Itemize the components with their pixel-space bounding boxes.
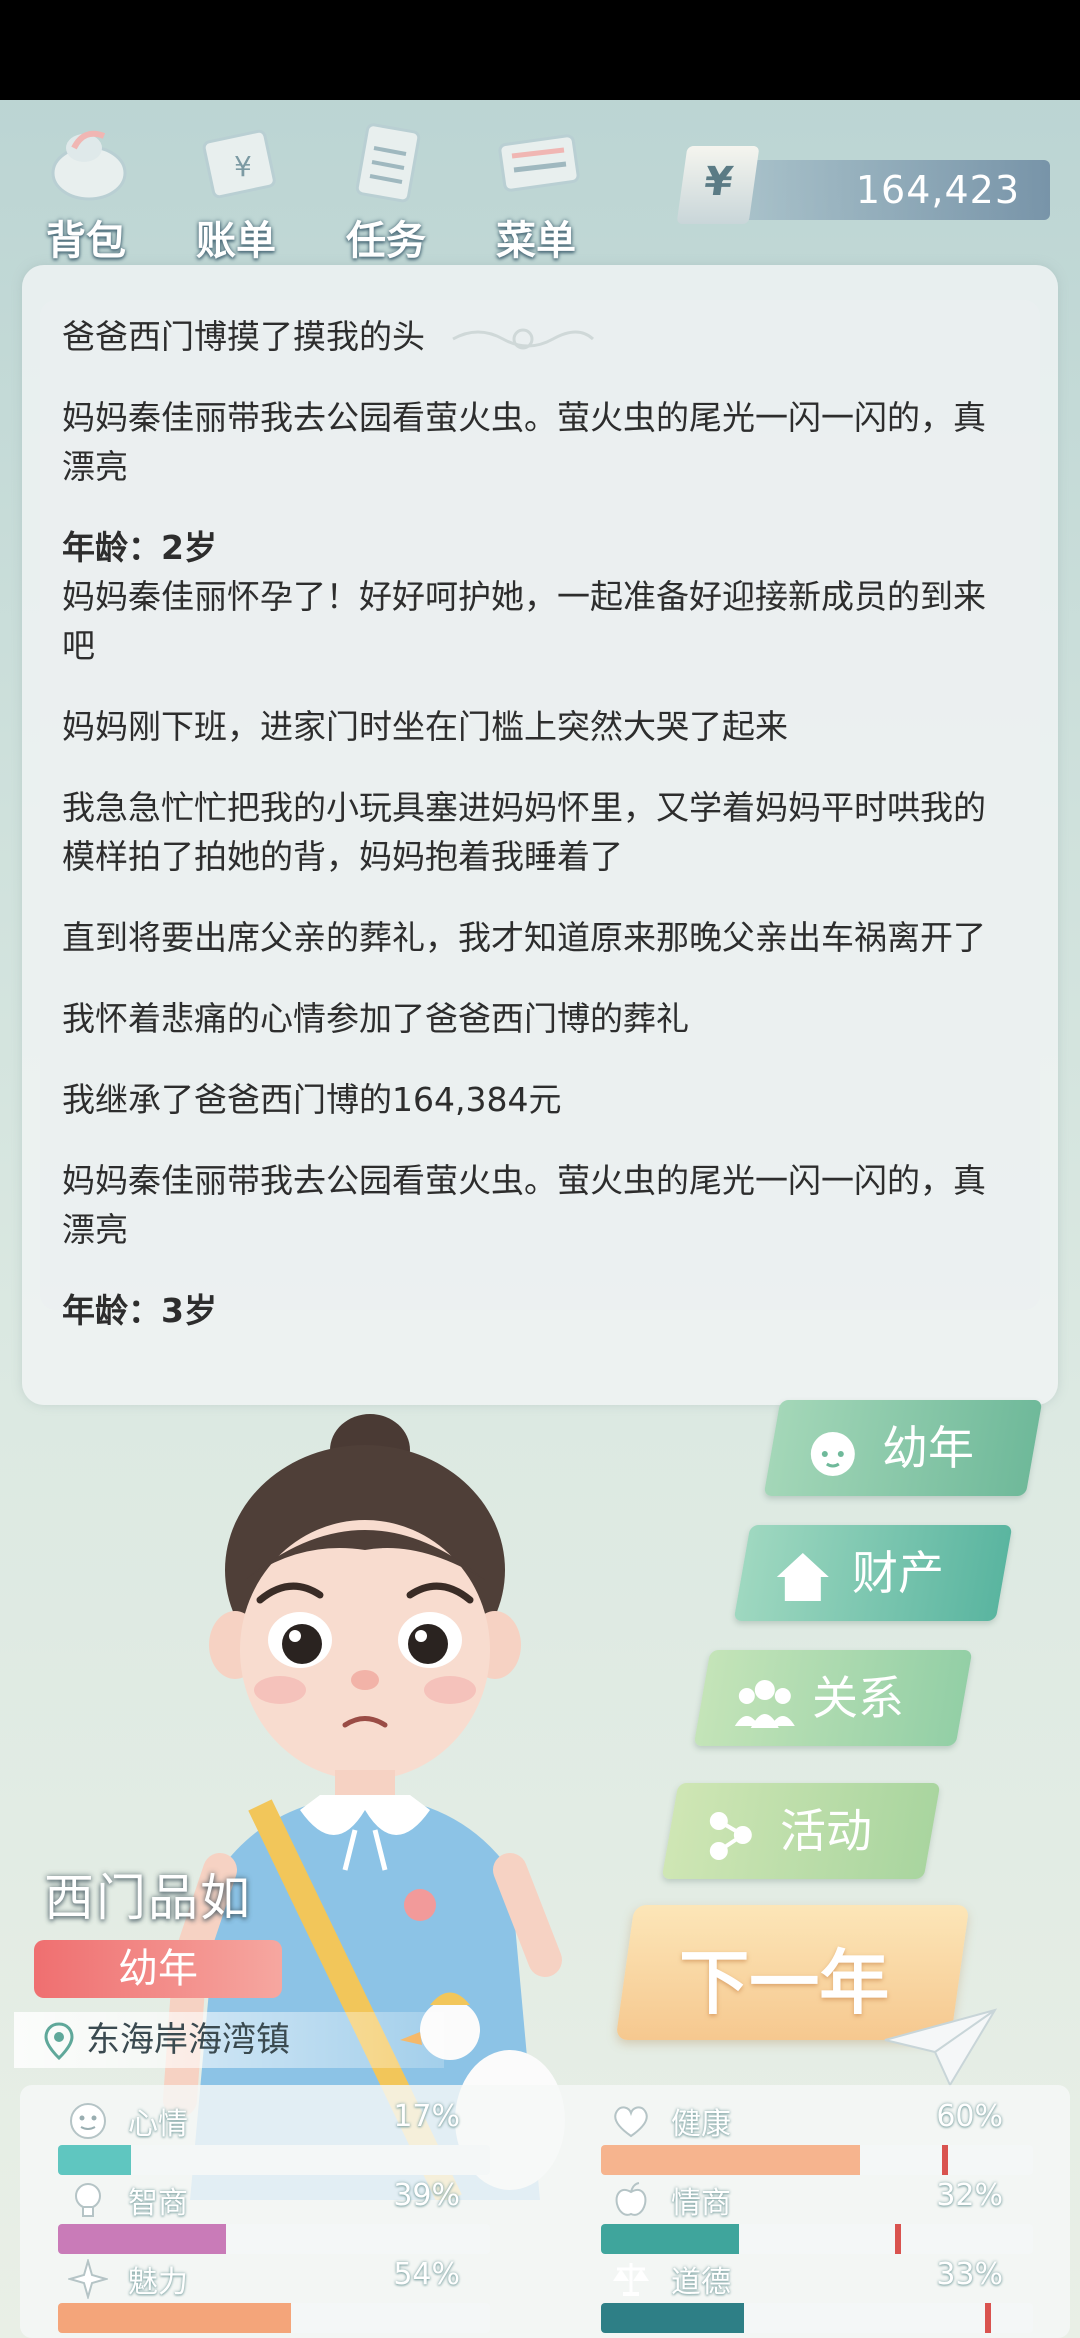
heart-icon <box>614 2106 648 2138</box>
assets-button[interactable]: 财产 <box>733 1525 1013 1621</box>
task-label: 任务 <box>346 218 426 264</box>
stat-bar <box>601 2145 1033 2175</box>
money-display: ¥ 164,423 <box>676 146 1050 224</box>
top-bar: 背包 ¥ 账单 任务 菜单 ¥ 164,423 <box>0 100 1080 264</box>
svg-text:¥: ¥ <box>234 150 252 183</box>
log-entry: 妈妈刚下班，进家门时坐在门槛上突然大哭了起来 <box>62 707 788 746</box>
bag-label: 背包 <box>46 218 126 264</box>
stat-value: 17% <box>393 2099 460 2134</box>
paper-plane-icon <box>884 2008 998 2088</box>
life-stage-badge: 幼年 <box>34 1940 282 1998</box>
menu-label: 菜单 <box>496 218 576 264</box>
character-avatar[interactable] <box>150 1400 630 2200</box>
apple-icon <box>615 2182 647 2216</box>
stat-bar <box>601 2303 1033 2333</box>
lightbulb-icon <box>75 2183 101 2217</box>
location-text: 东海岸海湾镇 <box>86 2020 290 2060</box>
task-button[interactable]: 任务 <box>326 110 446 264</box>
stat-bar-fill <box>601 2145 861 2175</box>
stat-bar-fill <box>58 2145 132 2175</box>
yen-icon: ¥ <box>676 146 760 224</box>
log-age-heading: 年龄：2岁 <box>62 528 217 567</box>
sparkle-icon <box>68 2259 108 2299</box>
location-pin-icon <box>44 2022 74 2060</box>
bill-button[interactable]: ¥ 账单 <box>176 110 296 264</box>
stat-bar-marker <box>985 2303 992 2333</box>
money-amount: 164,423 <box>855 168 1020 212</box>
log-entry: 我继承了爸爸西门博的164,384元 <box>62 1080 562 1119</box>
stat-value: 60% <box>936 2099 1003 2134</box>
activities-label: 活动 <box>780 1804 872 1858</box>
stat-label: 道德 <box>671 2265 731 2300</box>
scale-icon <box>613 2263 649 2296</box>
stat-label: 智商 <box>128 2186 188 2221</box>
stat-health: 健康 60% <box>563 2093 1033 2175</box>
menu-button[interactable]: 菜单 <box>476 110 596 264</box>
stat-value: 54% <box>393 2257 460 2292</box>
log-entry: 直到将要出席父亲的葬礼，我才知道原来那晚父亲出车祸离开了 <box>62 918 986 957</box>
log-entry: 我急急忙忙把我的小玩具塞进妈妈怀里，又学着妈妈平时哄我的模样拍了拍她的背，妈妈抱… <box>62 788 986 876</box>
task-icon <box>355 123 421 203</box>
stat-value: 32% <box>936 2178 1003 2213</box>
log-entry: 妈妈秦佳丽带我去公园看萤火虫。萤火虫的尾光一闪一闪的，真漂亮 <box>62 1161 986 1249</box>
stats-panel: 心情 17% 健康 60% 智商 39% 情商 32% 魅力 54% 道德 33… <box>20 2085 1070 2338</box>
youth-button[interactable]: 幼年 <box>763 1400 1043 1496</box>
stat-bar <box>58 2224 490 2254</box>
log-entry: 爸爸西门博摸了摸我的头 <box>62 312 1012 361</box>
youth-label: 幼年 <box>882 1421 974 1475</box>
log-entry: 妈妈秦佳丽怀孕了！好好呵护她，一起准备好迎接新成员的到来吧 <box>62 577 986 665</box>
assets-label: 财产 <box>852 1546 944 1600</box>
stat-bar-fill <box>601 2224 740 2254</box>
bag-button[interactable]: 背包 <box>26 110 146 264</box>
menu-icon <box>498 134 580 192</box>
activities-button[interactable]: 活动 <box>661 1783 941 1879</box>
stat-bar-fill <box>58 2224 227 2254</box>
stat-bar <box>58 2145 490 2175</box>
stat-bar-marker <box>942 2145 949 2175</box>
bill-label: 账单 <box>196 218 276 264</box>
stat-bar-fill <box>58 2303 292 2333</box>
stat-morality: 道德 33% <box>563 2251 1033 2333</box>
bill-icon: ¥ <box>202 129 276 199</box>
location-bar: 东海岸海湾镇 <box>14 2012 444 2068</box>
stat-value: 39% <box>393 2178 460 2213</box>
log-entry-text: 爸爸西门博摸了摸我的头 <box>62 317 425 356</box>
stat-bar-marker <box>894 2224 901 2254</box>
log-entry: 妈妈秦佳丽带我去公园看萤火虫。萤火虫的尾光一闪一闪的，真漂亮 <box>62 398 986 486</box>
stat-label: 心情 <box>128 2107 188 2142</box>
stat-label: 情商 <box>671 2186 731 2221</box>
stat-bar <box>58 2303 490 2333</box>
stat-value: 33% <box>936 2257 1003 2292</box>
stat-bar-fill <box>601 2303 744 2333</box>
relations-label: 关系 <box>812 1671 904 1725</box>
life-log[interactable]: 爸爸西门博摸了摸我的头 妈妈秦佳丽带我去公园看萤火虫。萤火虫的尾光一闪一闪的，真… <box>62 312 1012 1335</box>
character-name: 西门品如 <box>44 1869 252 1927</box>
stat-mood: 心情 17% <box>20 2093 490 2175</box>
stat-label: 健康 <box>671 2107 731 2142</box>
baby-icon <box>803 1418 863 1514</box>
bag-icon <box>51 130 127 201</box>
log-entry: 我怀着悲痛的心情参加了爸爸西门博的葬礼 <box>62 999 689 1038</box>
relations-button[interactable]: 关系 <box>693 1650 973 1746</box>
next-year-label: 下一年 <box>679 1942 890 2024</box>
mood-icon <box>70 2103 106 2139</box>
people-icon <box>733 1668 797 1764</box>
stat-eq: 情商 32% <box>563 2172 1033 2254</box>
share-nodes-icon <box>701 1801 761 1897</box>
stat-label: 魅力 <box>128 2265 188 2300</box>
flourish-ornament <box>451 328 594 349</box>
status-bar <box>0 0 1080 100</box>
house-icon <box>773 1543 833 1639</box>
stat-bar <box>601 2224 1033 2254</box>
stat-charm: 魅力 54% <box>20 2251 490 2333</box>
log-age-heading: 年龄：3岁 <box>62 1291 217 1330</box>
stat-iq: 智商 39% <box>20 2172 490 2254</box>
